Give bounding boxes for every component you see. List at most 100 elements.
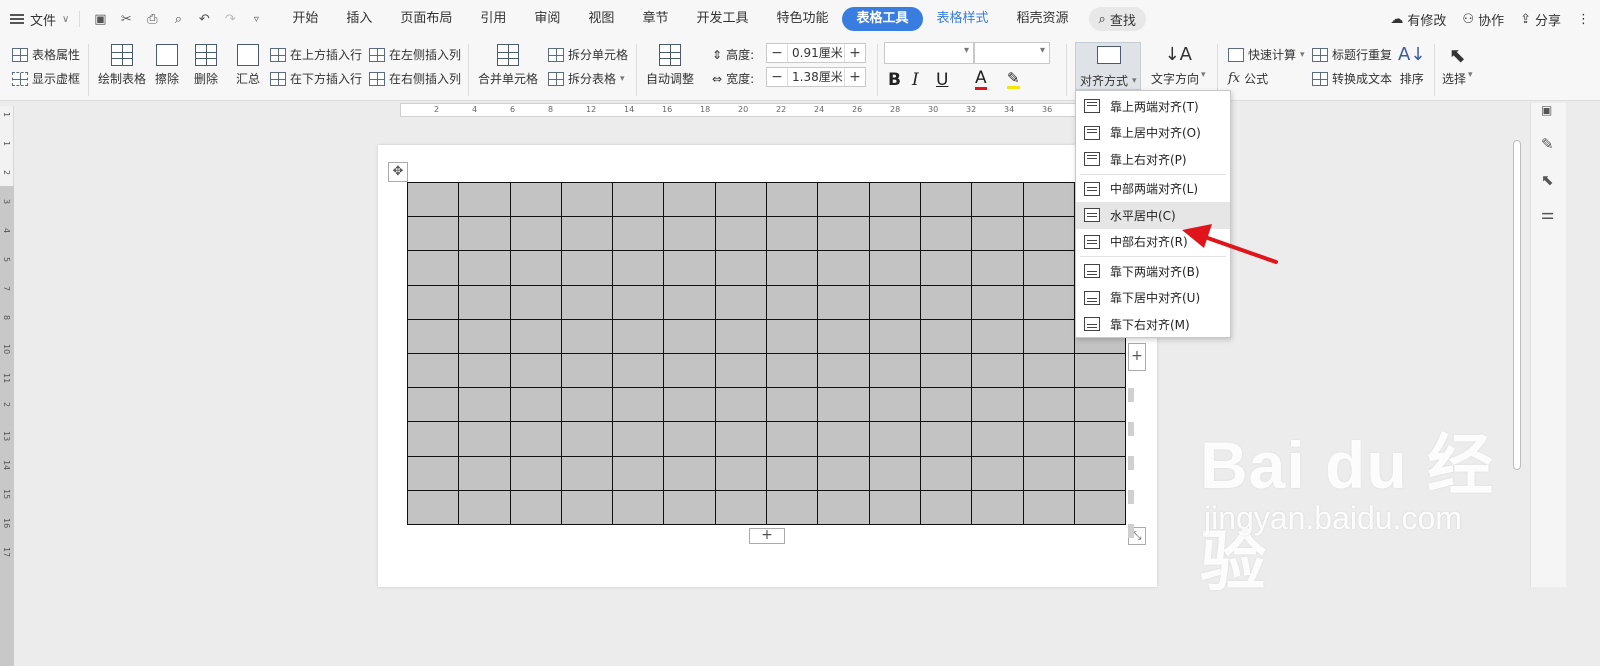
- insert-left-button[interactable]: 在左侧插入列: [369, 46, 461, 63]
- table-cell[interactable]: [919, 284, 973, 320]
- height-increase-button[interactable]: +: [845, 45, 865, 61]
- undo-icon[interactable]: ↶: [196, 11, 212, 27]
- table-cell[interactable]: [612, 216, 665, 252]
- merge-cells-button[interactable]: 合并单元格: [478, 44, 538, 87]
- table-cell[interactable]: [560, 421, 614, 457]
- table-cell[interactable]: [919, 216, 973, 252]
- save-icon[interactable]: ▣: [92, 11, 108, 27]
- table-cell[interactable]: [868, 421, 921, 457]
- settings-sliders-icon[interactable]: ⚌: [1541, 205, 1554, 223]
- show-grid-button[interactable]: 显示虚框: [12, 70, 80, 87]
- tab-1[interactable]: 插入: [332, 7, 386, 31]
- table-cell[interactable]: [1022, 421, 1075, 457]
- tab-5[interactable]: 视图: [574, 7, 628, 31]
- table-cell[interactable]: [458, 455, 511, 491]
- changes-button[interactable]: ☁ 有修改: [1390, 10, 1446, 29]
- table-cell[interactable]: [458, 421, 511, 457]
- table-cell[interactable]: [406, 352, 460, 389]
- split-table-button[interactable]: 拆分表格 ▾: [548, 70, 625, 87]
- tab-10[interactable]: 表格样式: [923, 7, 1003, 31]
- print-icon[interactable]: ⎙: [144, 11, 160, 27]
- tab-6[interactable]: 章节: [628, 7, 682, 31]
- table-cell[interactable]: [919, 250, 973, 286]
- table-cell[interactable]: [458, 489, 511, 525]
- table-cell[interactable]: [868, 318, 921, 354]
- tab-4[interactable]: 审阅: [520, 7, 574, 31]
- table-cell[interactable]: [406, 250, 460, 286]
- horizontal-ruler[interactable]: 24681214161820222426283032343638: [400, 103, 1120, 117]
- table-cell[interactable]: [509, 284, 562, 320]
- table-cell[interactable]: [406, 455, 460, 491]
- table-cell[interactable]: [406, 216, 460, 252]
- table-cell[interactable]: [663, 352, 716, 389]
- auto-fit-button[interactable]: 自动调整: [646, 44, 694, 87]
- table-cell[interactable]: [817, 216, 870, 252]
- table-cell[interactable]: [919, 421, 973, 457]
- table-cell[interactable]: [766, 318, 819, 354]
- table-cell[interactable]: [714, 421, 768, 457]
- add-row-button[interactable]: +: [749, 528, 785, 544]
- table-cell[interactable]: [766, 489, 819, 525]
- table-cell[interactable]: [766, 284, 819, 320]
- align-option-bot-8[interactable]: 靠下右对齐(M): [1076, 311, 1230, 338]
- table-cell[interactable]: [919, 181, 973, 218]
- table-cell[interactable]: [1022, 455, 1075, 491]
- table-cell[interactable]: [509, 455, 562, 491]
- table-cell[interactable]: [868, 455, 921, 491]
- table-cell[interactable]: [560, 250, 614, 286]
- table-cell[interactable]: [919, 489, 973, 525]
- table-cell[interactable]: [766, 250, 819, 286]
- table-cell[interactable]: [509, 318, 562, 354]
- table-cell[interactable]: [612, 284, 665, 320]
- table-cell[interactable]: [766, 352, 819, 389]
- table-cell[interactable]: [817, 455, 870, 491]
- table-cell[interactable]: [817, 181, 870, 218]
- font-color-button[interactable]: A: [975, 70, 987, 90]
- table-cell[interactable]: [1073, 489, 1127, 525]
- table-cell[interactable]: [714, 318, 768, 354]
- search-button[interactable]: ⌕ 查找: [1088, 7, 1146, 31]
- table-cell[interactable]: [817, 352, 870, 389]
- table-cell[interactable]: [714, 387, 768, 423]
- draw-table-button[interactable]: 绘制表格: [98, 44, 146, 87]
- table-cell[interactable]: [406, 318, 460, 354]
- table-cell[interactable]: [817, 318, 870, 354]
- table-cell[interactable]: [509, 489, 562, 525]
- table-cell[interactable]: [560, 284, 614, 320]
- vertical-ruler[interactable]: 1 1 2 3 4 5 7 8 10 11 2 13 14 15 16 17: [0, 106, 14, 666]
- table-cell[interactable]: [406, 421, 460, 457]
- table-cell[interactable]: [612, 181, 665, 218]
- table-cell[interactable]: [766, 421, 819, 457]
- table-cell[interactable]: [612, 455, 665, 491]
- table-cell[interactable]: [612, 421, 665, 457]
- delete-button[interactable]: 删除: [194, 44, 218, 87]
- highlight-icon[interactable]: ✎: [1007, 70, 1020, 89]
- table-cell[interactable]: [509, 250, 562, 286]
- table-cell[interactable]: [406, 181, 460, 218]
- table-cell[interactable]: [663, 421, 716, 457]
- table-cell[interactable]: [817, 421, 870, 457]
- table-cell[interactable]: [714, 284, 768, 320]
- table-cell[interactable]: [612, 387, 665, 423]
- width-input[interactable]: 1.38厘米: [787, 68, 845, 86]
- file-menu-button[interactable]: 文件 ∨: [0, 6, 79, 32]
- table-cell[interactable]: [971, 181, 1024, 218]
- table-cell[interactable]: [663, 387, 716, 423]
- table-cell[interactable]: [458, 250, 511, 286]
- width-decrease-button[interactable]: −: [767, 69, 787, 85]
- table-cell[interactable]: [766, 455, 819, 491]
- sidebar-toggle-icon[interactable]: ▣: [1541, 103, 1552, 117]
- table-cell[interactable]: [406, 489, 460, 525]
- height-stepper[interactable]: − 0.91厘米 +: [766, 43, 866, 63]
- add-column-button[interactable]: +: [1128, 343, 1146, 371]
- table-cell[interactable]: [868, 284, 921, 320]
- tab-8[interactable]: 特色功能: [762, 7, 842, 31]
- align-option-top-2[interactable]: 靠上右对齐(P): [1076, 146, 1230, 173]
- table-move-handle[interactable]: ✥: [388, 162, 408, 182]
- table-cell[interactable]: [766, 181, 819, 218]
- font-size-select[interactable]: [974, 42, 1050, 64]
- height-decrease-button[interactable]: −: [767, 45, 787, 61]
- table-cell[interactable]: [1022, 250, 1075, 286]
- vertical-scrollbar-thumb[interactable]: [1513, 140, 1521, 470]
- split-cells-button[interactable]: 拆分单元格: [548, 46, 628, 63]
